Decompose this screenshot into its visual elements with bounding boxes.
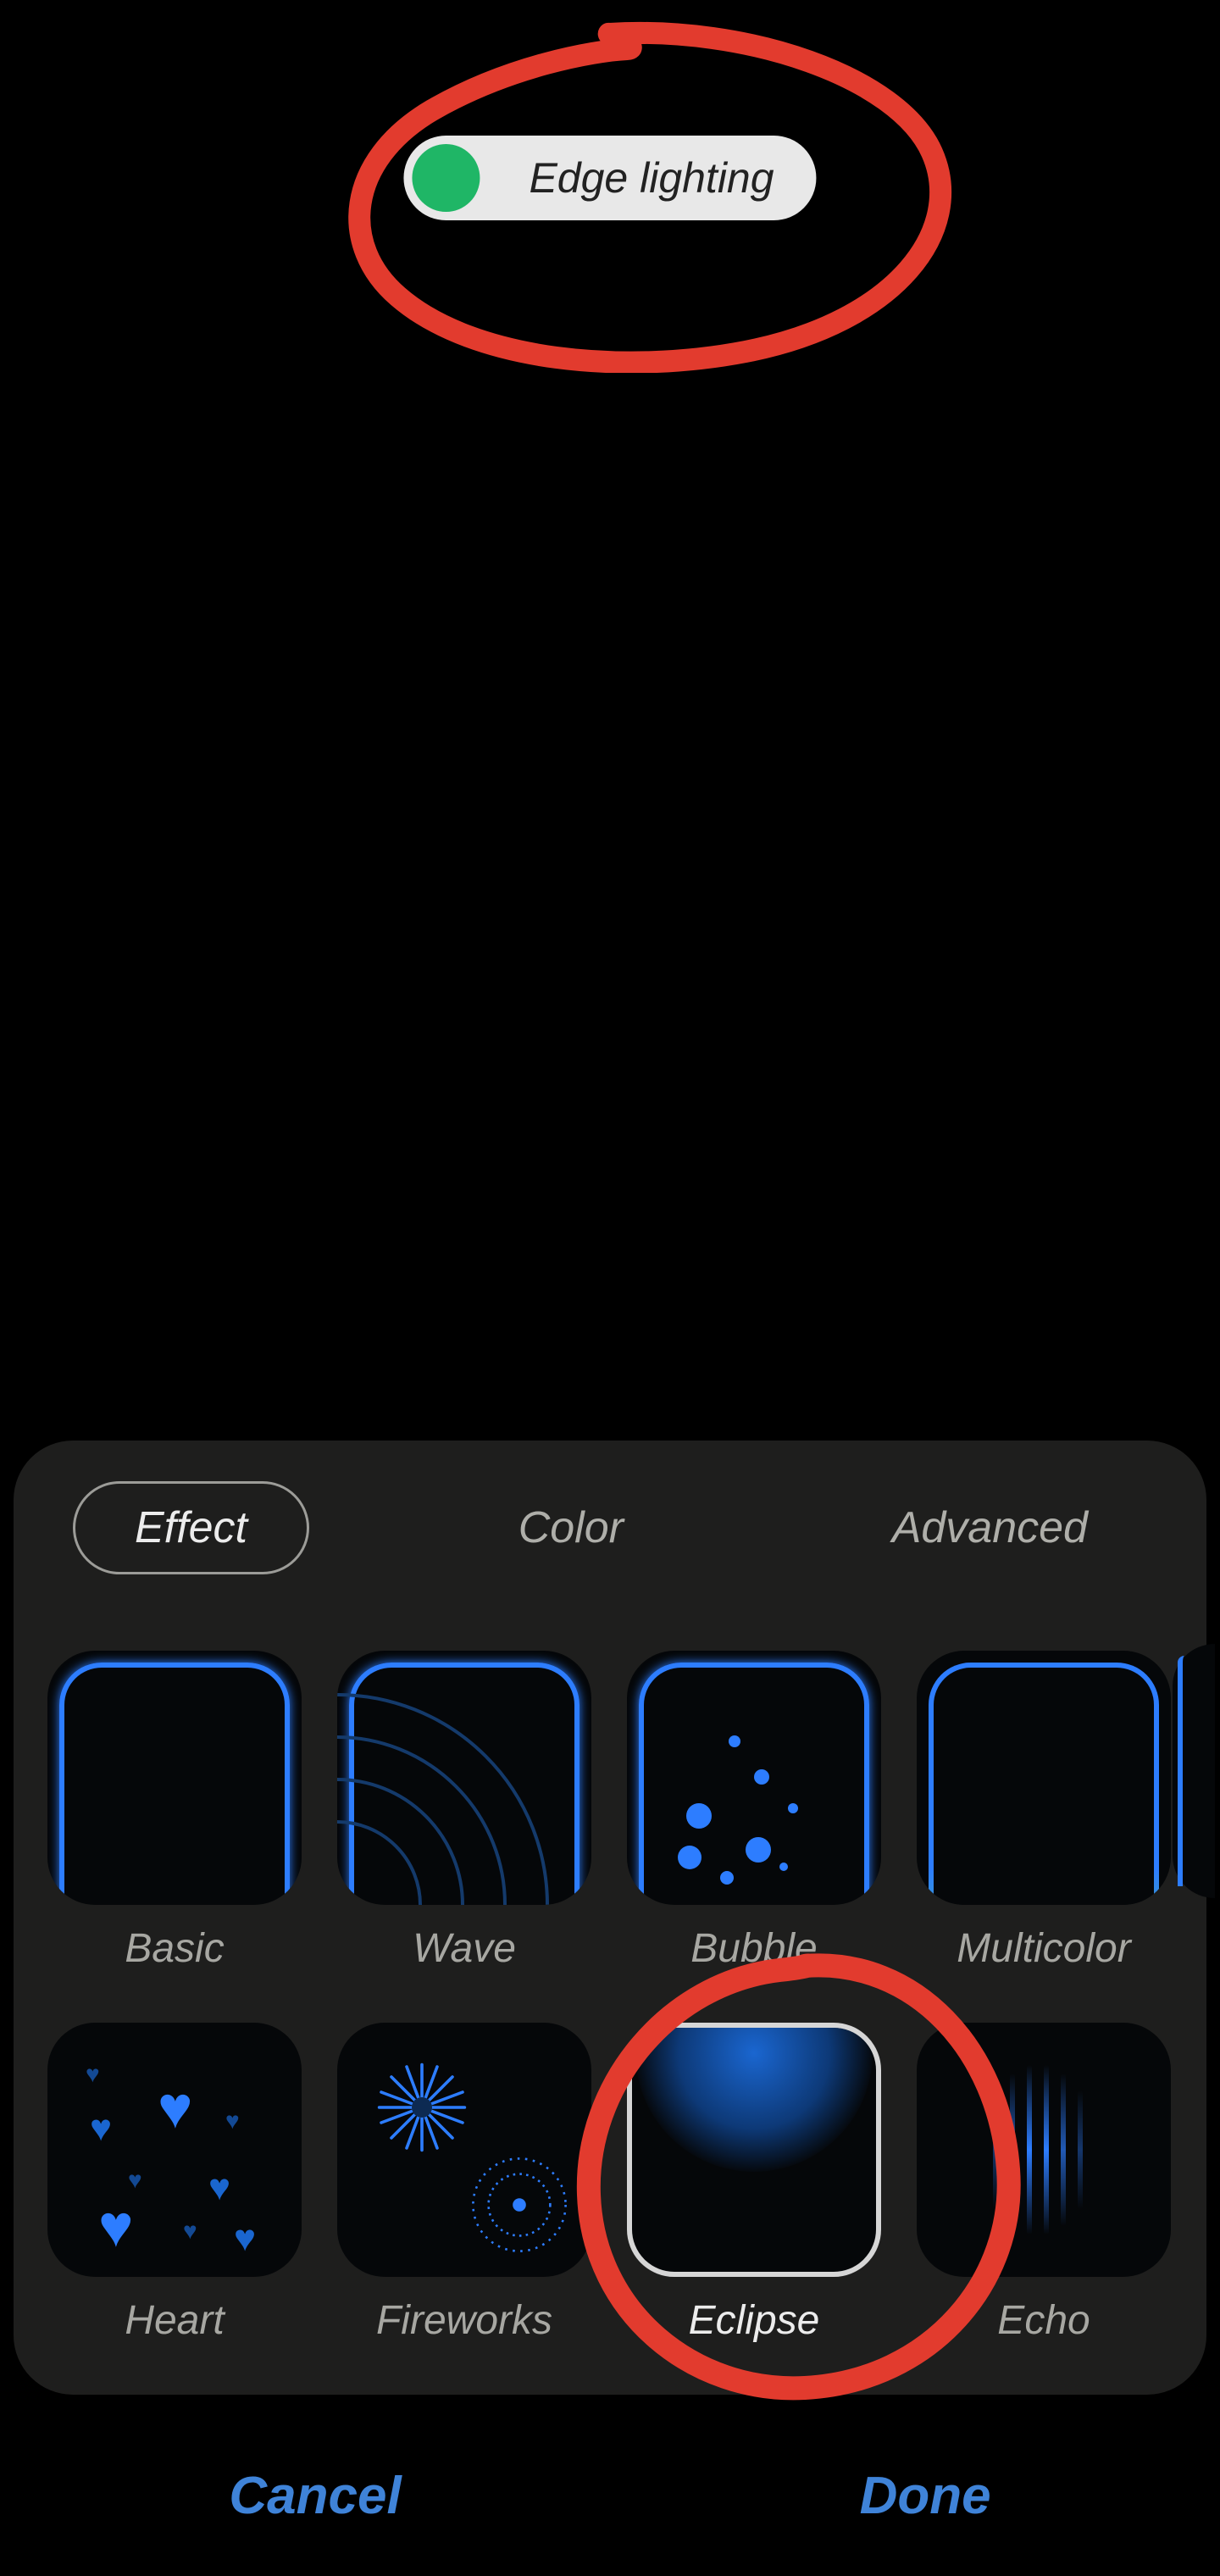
tab-effect[interactable]: Effect [73, 1481, 309, 1574]
effect-label: Eclipse [689, 2297, 820, 2344]
tab-color[interactable]: Color [459, 1484, 683, 1572]
effects-sheet: Effect Color Advanced Basic Wave [14, 1441, 1206, 2395]
effect-eclipse[interactable]: Eclipse [627, 2023, 881, 2344]
toggle-label: Edge lighting [529, 153, 774, 203]
effect-label: Fireworks [376, 2297, 552, 2344]
done-button[interactable]: Done [860, 2466, 991, 2526]
toggle-knob-on [412, 144, 480, 212]
tabs-row: Effect Color Advanced [47, 1481, 1173, 1574]
edge-lighting-toggle[interactable]: Edge lighting [403, 136, 816, 220]
effect-heart[interactable]: ♥ ♥ ♥ ♥ ♥ ♥ ♥ ♥ ♥ Heart [47, 2023, 302, 2344]
effect-label: Wave [413, 1925, 516, 1972]
footer-actions: Cancel Done [0, 2415, 1220, 2576]
toggle-track [412, 144, 513, 212]
thumb-eclipse [627, 2023, 881, 2277]
effect-label: Basic [125, 1925, 224, 1972]
effects-grid: Basic Wave [47, 1651, 1173, 2344]
effect-wave[interactable]: Wave [337, 1651, 591, 1972]
thumb-heart: ♥ ♥ ♥ ♥ ♥ ♥ ♥ ♥ ♥ [47, 2023, 302, 2277]
thumb-bubble [627, 1651, 881, 1905]
effect-label: Bubble [690, 1925, 817, 1972]
effect-peek-next[interactable] [1173, 1644, 1215, 1898]
effect-multicolor[interactable]: Multicolor [917, 1651, 1171, 1972]
thumb-multicolor [917, 1651, 1171, 1905]
tab-advanced[interactable]: Advanced [833, 1484, 1147, 1572]
effect-fireworks[interactable]: Fireworks [337, 2023, 591, 2344]
effect-echo[interactable]: Echo [917, 2023, 1171, 2344]
thumb-fireworks [337, 2023, 591, 2277]
cancel-button[interactable]: Cancel [229, 2466, 401, 2526]
thumb-wave [337, 1651, 591, 1905]
effect-label: Heart [125, 2297, 224, 2344]
effect-label: Echo [997, 2297, 1090, 2344]
effect-label: Multicolor [957, 1925, 1130, 1972]
thumb-echo [917, 2023, 1171, 2277]
effect-basic[interactable]: Basic [47, 1651, 302, 1972]
effect-bubble[interactable]: Bubble [627, 1651, 881, 1972]
thumb-basic [47, 1651, 302, 1905]
